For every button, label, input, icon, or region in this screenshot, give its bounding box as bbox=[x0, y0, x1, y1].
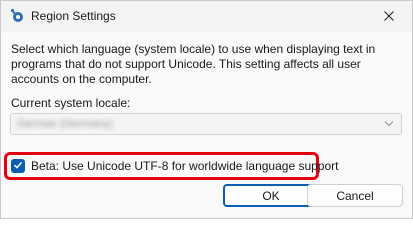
region-settings-dialog: Region Settings Select which language (s… bbox=[0, 0, 413, 219]
locale-selected-value: German (Germany) bbox=[17, 118, 113, 130]
region-settings-icon bbox=[9, 8, 25, 24]
ok-button[interactable]: OK bbox=[223, 184, 319, 207]
utf8-checkbox[interactable] bbox=[11, 159, 25, 173]
cancel-button[interactable]: Cancel bbox=[307, 184, 403, 207]
current-locale-label: Current system locale: bbox=[11, 96, 131, 110]
utf8-checkbox-row[interactable]: Beta: Use Unicode UTF-8 for worldwide la… bbox=[11, 158, 339, 174]
utf8-checkbox-label[interactable]: Beta: Use Unicode UTF-8 for worldwide la… bbox=[31, 159, 339, 173]
close-button[interactable] bbox=[366, 1, 412, 32]
window-title: Region Settings bbox=[31, 9, 116, 23]
description-text: Select which language (system locale) to… bbox=[11, 42, 376, 86]
chevron-down-icon bbox=[383, 117, 395, 129]
close-icon bbox=[384, 10, 394, 24]
system-locale-select[interactable]: German (Germany) bbox=[10, 113, 402, 135]
dialog-body: Select which language (system locale) to… bbox=[1, 32, 412, 218]
title-bar: Region Settings bbox=[1, 1, 412, 32]
checkmark-icon bbox=[13, 159, 23, 173]
